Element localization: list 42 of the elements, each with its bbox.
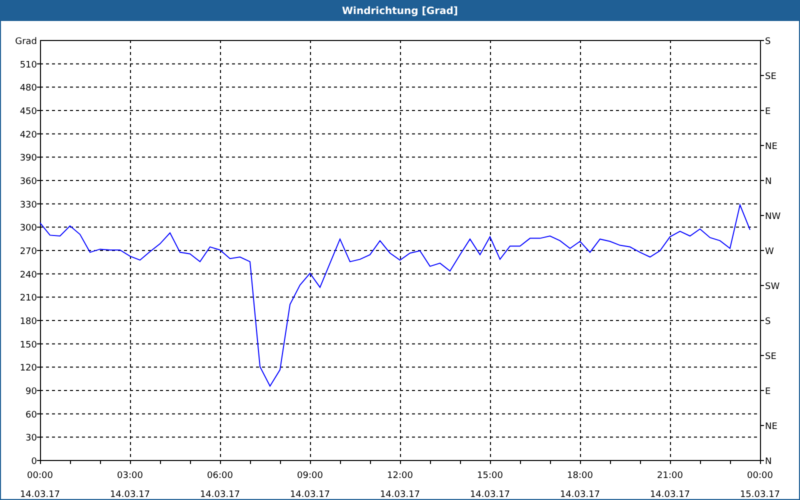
axis-label: SE (765, 72, 776, 82)
axis-label: 00:00 15.03.17 (740, 471, 780, 499)
axis-label: 12:00 14.03.17 (380, 471, 420, 499)
axis-label: 00:00 14.03.17 (20, 471, 60, 499)
axis-label: 330 (20, 200, 37, 210)
axis-label: 480 (20, 84, 37, 94)
axis-label: 03:00 14.03.17 (110, 471, 150, 499)
axis-label: 510 (20, 60, 37, 70)
axis-label: 60 (26, 410, 37, 420)
axis-label: 180 (20, 317, 37, 327)
axis-label: NE (765, 422, 778, 432)
axis-label: 210 (20, 294, 37, 304)
axis-label: N (765, 457, 772, 467)
axis-label: NW (765, 212, 781, 222)
axis-label: 18:00 14.03.17 (560, 471, 600, 499)
axis-label: W (765, 247, 774, 257)
axis-label: E (765, 107, 771, 117)
axis-label: 270 (20, 247, 37, 257)
axis-label: S (765, 317, 771, 327)
axis-label: 300 (20, 224, 37, 234)
axis-label: 30 (26, 434, 37, 444)
axis-label: 450 (20, 107, 37, 117)
axis-label: E (765, 387, 771, 397)
axis-label: 150 (20, 340, 37, 350)
axis-label: S (765, 37, 771, 47)
axis-label: 90 (26, 387, 37, 397)
axis-label: SE (765, 352, 776, 362)
axis-label: 120 (20, 364, 37, 374)
axis-label: 0 (31, 457, 37, 467)
axis-label: N (765, 177, 772, 187)
axis-label: NE (765, 142, 778, 152)
axis-label: 09:00 14.03.17 (290, 471, 330, 499)
axis-label: 390 (20, 154, 37, 164)
axis-label: SW (765, 282, 780, 292)
axis-label: 360 (20, 177, 37, 187)
window-title: Windrichtung [Grad] (342, 6, 458, 16)
axis-label: 240 (20, 270, 37, 280)
axis-label: 420 (20, 130, 37, 140)
axis-label: 15:00 14.03.17 (470, 471, 510, 499)
axis-title: Grad (15, 37, 37, 47)
axis-label: 21:00 14.03.17 (650, 471, 690, 499)
axis-label: 06:00 14.03.17 (200, 471, 240, 499)
